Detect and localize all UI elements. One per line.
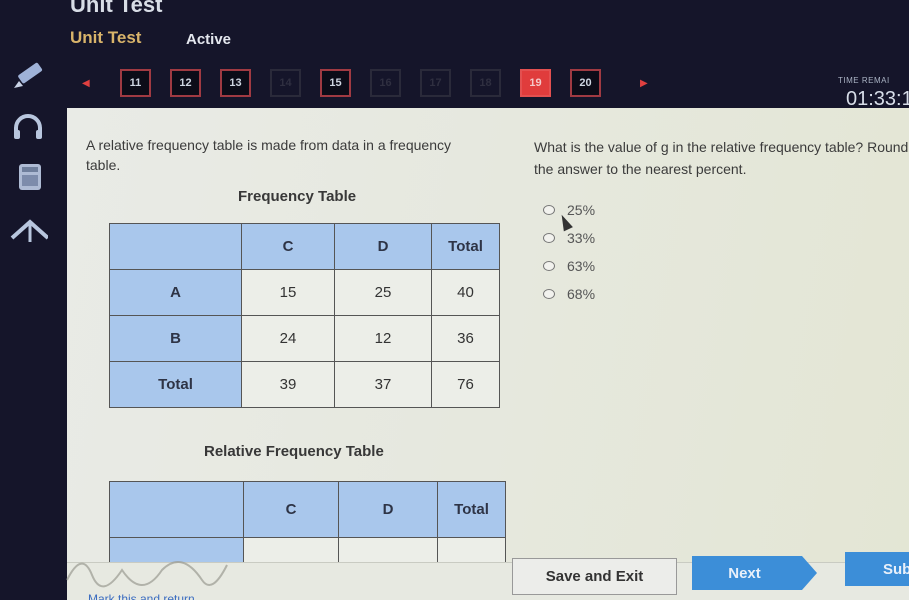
table-cell: 15 [241,269,335,316]
header-cell: D [338,481,438,538]
question-panel: A relative frequency table is made from … [67,108,909,600]
header-cell [109,481,244,538]
header-cell: Total [437,481,506,538]
table-header-row: C D Total [109,223,500,270]
table-cell: 36 [431,315,500,362]
header-cell [109,223,242,270]
radio-button[interactable] [543,261,555,271]
header-cell: C [241,223,335,270]
option-label: 33% [567,230,596,246]
collapse-arrow-icon[interactable] [8,214,48,244]
option-label: 68% [567,286,596,302]
mark-and-return-link[interactable]: Mark this and return [88,592,195,600]
row-header: Total [109,361,242,408]
radio-button[interactable] [543,233,555,243]
next-button[interactable]: Next [692,556,817,590]
option-label: 63% [567,258,596,274]
option-label: 25% [567,202,596,218]
question-button[interactable]: 12 [170,69,201,97]
header-cell: D [334,223,432,270]
test-name: Unit Test [70,28,142,47]
table-cell: 40 [431,269,500,316]
answer-option[interactable]: 63% [543,252,595,280]
table-cell: 12 [334,315,432,362]
table-cell: 25 [334,269,432,316]
relative-table-title: Relative Frequency Table [204,443,384,460]
table-cell: 24 [241,315,335,362]
save-and-exit-button[interactable]: Save and Exit [512,558,677,595]
row-header: A [109,269,242,316]
calculator-icon[interactable] [8,162,48,192]
page-title: Unit Test [70,0,163,17]
question-text: What is the value of g in the relative f… [534,139,909,177]
table-row: A 15 25 40 [109,269,500,316]
question-button[interactable]: 16 [370,69,401,97]
radio-button[interactable] [543,289,555,299]
table-row: Total 39 37 76 [109,361,500,408]
status-badge: Active [186,31,232,48]
header-cell: Total [431,223,500,270]
header-cell: C [243,481,339,538]
headphones-icon[interactable] [8,112,48,142]
timer-label: TIME REMAI [838,76,890,85]
question-prompt: A relative frequency table is made from … [86,137,451,173]
question-button[interactable]: 20 [570,69,601,97]
question-button[interactable]: 13 [220,69,251,97]
radio-button[interactable] [543,205,555,215]
submit-button[interactable]: Sub [845,552,909,586]
question-button[interactable]: 11 [120,69,151,97]
table-cell: 76 [431,361,500,408]
table-header-row: C D Total [109,481,506,538]
question-button[interactable]: 19 [520,69,551,97]
answer-options: 25% 33% 63% 68% [543,196,595,308]
question-button[interactable]: 18 [470,69,501,97]
frequency-table: C D Total A 15 25 40 B 24 12 36 Total 39… [109,223,500,408]
next-question-icon[interactable]: ▶ [640,78,648,89]
frequency-table-title: Frequency Table [238,188,357,205]
answer-option[interactable]: 68% [543,280,595,308]
row-header: B [109,315,242,362]
table-cell: 37 [334,361,432,408]
question-navigation: ◀ 11 12 13 14 15 16 17 18 19 20 ▶ [82,66,648,100]
previous-question-icon[interactable]: ◀ [82,78,100,89]
question-button[interactable]: 17 [420,69,451,97]
question-button[interactable]: 15 [320,69,351,97]
question-button[interactable]: 14 [270,69,301,97]
pencil-icon[interactable] [10,62,46,92]
table-row: B 24 12 36 [109,315,500,362]
table-cell: 39 [241,361,335,408]
